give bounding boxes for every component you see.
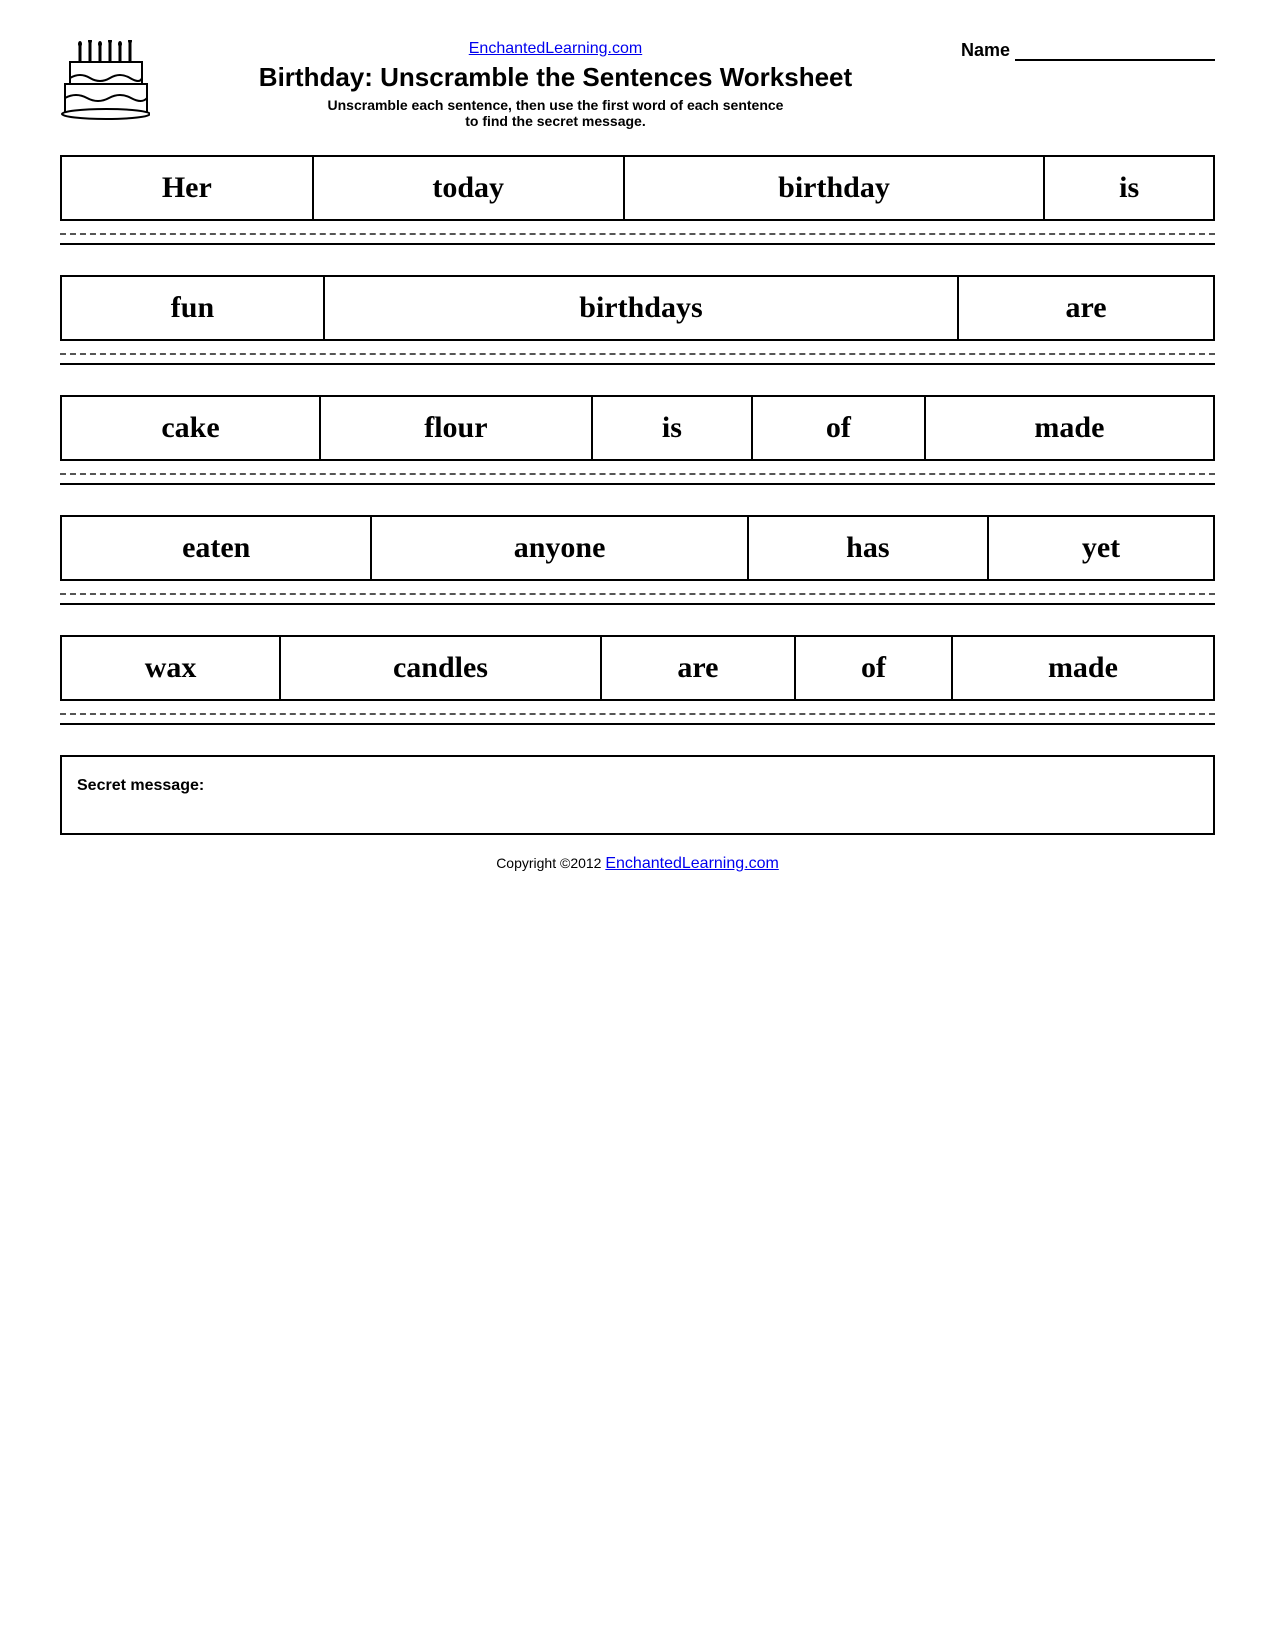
word-3-4: of [752, 396, 925, 460]
answer-area-1 [60, 233, 1215, 245]
word-5-4: of [795, 636, 952, 700]
dotted-line-4 [60, 593, 1215, 595]
page-footer: Copyright ©2012 EnchantedLearning.com [60, 855, 1215, 873]
worksheet-title: Birthday: Unscramble the Sentences Works… [170, 62, 941, 93]
answer-area-5 [60, 713, 1215, 725]
word-4-3: has [748, 516, 988, 580]
word-1-3: birthday [624, 156, 1045, 220]
sentence-1: Her today birthday is [60, 155, 1215, 245]
sentence-5: wax candles are of made [60, 635, 1215, 725]
word-5-2: candles [280, 636, 601, 700]
solid-line-5 [60, 723, 1215, 725]
dotted-line-5 [60, 713, 1215, 715]
word-table-5: wax candles are of made [60, 635, 1215, 701]
word-table-3: cake flour is of made [60, 395, 1215, 461]
word-1-1: Her [61, 156, 313, 220]
word-table-2: fun birthdays are [60, 275, 1215, 341]
word-5-5: made [952, 636, 1214, 700]
word-table-1: Her today birthday is [60, 155, 1215, 221]
word-3-2: flour [320, 396, 592, 460]
word-2-2: birthdays [324, 276, 958, 340]
dotted-line-1 [60, 233, 1215, 235]
word-2-1: fun [61, 276, 324, 340]
word-4-1: eaten [61, 516, 371, 580]
name-input-line[interactable] [1015, 41, 1215, 61]
answer-area-4 [60, 593, 1215, 605]
site-link[interactable]: EnchantedLearning.com [170, 40, 941, 58]
copyright-text: Copyright [496, 855, 556, 871]
word-table-4: eaten anyone has yet [60, 515, 1215, 581]
secret-message-box[interactable]: Secret message: [60, 755, 1215, 835]
word-3-5: made [925, 396, 1214, 460]
word-5-1: wax [61, 636, 280, 700]
word-1-4: is [1044, 156, 1214, 220]
worksheet-subtitle-line1: Unscramble each sentence, then use the f… [170, 97, 941, 113]
name-area: Name [961, 40, 1215, 66]
logo-area [60, 40, 150, 135]
answer-area-3 [60, 473, 1215, 485]
sentence-2: fun birthdays are [60, 275, 1215, 365]
secret-message-label: Secret message: [77, 777, 204, 794]
sentence-3: cake flour is of made [60, 395, 1215, 485]
solid-line-4 [60, 603, 1215, 605]
dotted-line-2 [60, 353, 1215, 355]
word-4-4: yet [988, 516, 1214, 580]
solid-line-2 [60, 363, 1215, 365]
solid-line-3 [60, 483, 1215, 485]
word-1-2: today [313, 156, 624, 220]
copyright-year: ©2012 [560, 855, 601, 871]
dotted-line-3 [60, 473, 1215, 475]
word-5-3: are [601, 636, 795, 700]
word-3-3: is [592, 396, 752, 460]
word-3-1: cake [61, 396, 320, 460]
word-4-2: anyone [371, 516, 747, 580]
worksheet-subtitle-line2: to find the secret message. [170, 113, 941, 129]
cake-icon [60, 40, 150, 130]
name-label: Name [961, 40, 1010, 61]
sentence-4: eaten anyone has yet [60, 515, 1215, 605]
page-header: EnchantedLearning.com Birthday: Unscramb… [60, 40, 1215, 135]
header-text: EnchantedLearning.com Birthday: Unscramb… [170, 40, 941, 129]
footer-site-link[interactable]: EnchantedLearning.com [605, 855, 778, 872]
answer-area-2 [60, 353, 1215, 365]
word-2-3: are [958, 276, 1214, 340]
solid-line-1 [60, 243, 1215, 245]
